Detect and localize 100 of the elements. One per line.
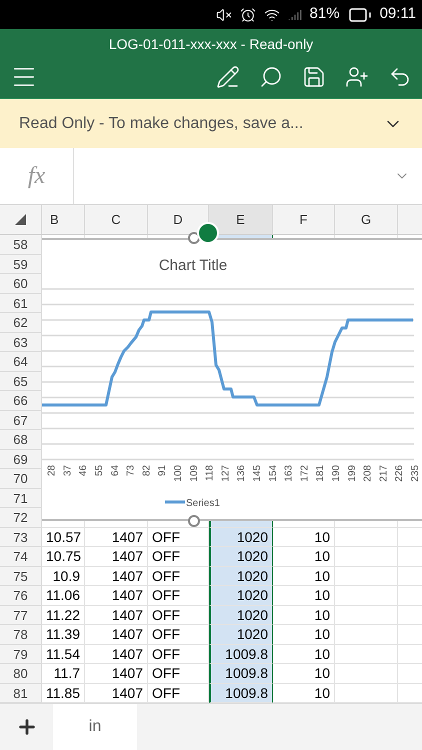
- row-number: 81: [0, 684, 42, 703]
- table-cell: 1407: [85, 586, 148, 606]
- axis-label: 181: [315, 465, 326, 482]
- table-cell: 1020: [209, 528, 273, 547]
- axis-label: 199: [346, 465, 358, 482]
- table-cell: 1407: [85, 625, 148, 644]
- sheet-tab[interactable]: in: [53, 704, 137, 750]
- table-cell: 10: [273, 606, 335, 625]
- axis-label: 235: [410, 465, 422, 482]
- table-cell: [335, 547, 398, 566]
- row-number: 78: [0, 625, 42, 644]
- axis-label: 37: [62, 465, 74, 476]
- row-number: 62: [0, 313, 42, 332]
- row-number: 60: [0, 274, 42, 294]
- row-number: 68: [0, 430, 42, 450]
- table-cell: OFF: [148, 566, 209, 586]
- table-cell: [335, 586, 398, 606]
- table-cell: 1407: [85, 566, 148, 586]
- read-only-banner[interactable]: Read Only - To make changes, save a...: [0, 98, 422, 148]
- search-icon[interactable]: [259, 64, 283, 88]
- axis-label: 73: [126, 465, 137, 476]
- table-cell: 10: [273, 644, 335, 664]
- table-cell: 10.57: [42, 528, 85, 547]
- row-number: 67: [0, 410, 42, 430]
- legend-label: Series1: [186, 498, 220, 509]
- mute-icon: [216, 6, 232, 22]
- alarm-icon: [240, 6, 256, 22]
- table-cell: 10.75: [42, 547, 85, 566]
- column-header[interactable]: C: [85, 205, 148, 234]
- axis-label: 109: [188, 465, 200, 482]
- table-cell: 1020: [209, 547, 273, 566]
- table-cell: 1407: [85, 547, 148, 566]
- row-number: 69: [0, 450, 42, 469]
- table-cell: 10: [273, 625, 335, 644]
- table-cell: 10: [273, 684, 335, 703]
- chart-area[interactable]: Chart Title 28 37 46 55 64 73 82 91 100 109 118 127 136 145 154 163 172 181 190 199 208 217 226 235 Series1: [42, 238, 422, 521]
- table-cell: 1407: [85, 684, 148, 703]
- row-number: 75: [0, 566, 42, 586]
- table-cell: 11.54: [42, 644, 85, 664]
- axis-label: 226: [394, 465, 406, 482]
- axis-label: 136: [236, 465, 248, 482]
- row-number: 64: [0, 352, 42, 372]
- select-all-icon[interactable]: [15, 214, 26, 225]
- axis-label: 172: [299, 465, 310, 482]
- axis-label: 28: [46, 465, 58, 476]
- axis-label: 100: [173, 465, 184, 482]
- axis-label: 55: [94, 465, 106, 476]
- row-number: 72: [0, 508, 42, 528]
- table-cell: 11.22: [42, 606, 85, 625]
- axis-label: 190: [331, 465, 342, 482]
- row-number: 73: [0, 528, 42, 547]
- table-cell: 10: [273, 528, 335, 547]
- axis-label: 208: [362, 465, 374, 482]
- table-cell: 11.39: [42, 625, 85, 644]
- table-cell: 1407: [85, 644, 148, 664]
- pencil-icon[interactable]: [216, 64, 240, 88]
- column-header[interactable]: B: [42, 205, 85, 234]
- axis-label: 163: [284, 465, 295, 482]
- table-cell: [335, 606, 398, 625]
- table-cell: [335, 625, 398, 644]
- table-cell: 1009.8: [209, 644, 273, 664]
- table-cell: OFF: [148, 547, 209, 566]
- column-header[interactable]: F: [273, 205, 335, 234]
- axis-label: 91: [157, 465, 168, 476]
- clock: 09:11: [380, 4, 416, 24]
- add-person-icon[interactable]: [345, 64, 369, 88]
- window-title: LOG-01-011-xxx-xxx - Read-only: [108, 35, 314, 54]
- row-number: 74: [0, 547, 42, 566]
- table-cell: 1020: [209, 625, 273, 644]
- table-cell: 11.85: [42, 684, 85, 703]
- axis-label: 64: [110, 465, 121, 476]
- table-cell: OFF: [148, 606, 209, 625]
- table-cell: 1020: [209, 606, 273, 625]
- row-number: 58: [0, 235, 42, 254]
- column-header[interactable]: E: [209, 205, 273, 234]
- table-cell: OFF: [148, 644, 209, 664]
- table-cell: [335, 644, 398, 664]
- row-number: 71: [0, 488, 42, 508]
- table-cell: 1009.8: [209, 664, 273, 684]
- row-number: 66: [0, 391, 42, 410]
- axis-label: 46: [78, 465, 90, 476]
- table-cell: OFF: [148, 664, 209, 684]
- axis-label: 145: [252, 465, 264, 482]
- table-cell: 11.7: [42, 664, 85, 684]
- row-number: 63: [0, 332, 42, 352]
- column-header[interactable]: G: [335, 205, 398, 234]
- axis-label: 118: [204, 465, 216, 481]
- table-cell: 1407: [85, 528, 148, 547]
- table-cell: OFF: [148, 625, 209, 644]
- row-number: 80: [0, 664, 42, 684]
- table-cell: 1020: [209, 566, 273, 586]
- table-cell: 1407: [85, 606, 148, 625]
- table-cell: 10: [273, 586, 335, 606]
- save-icon[interactable]: [302, 64, 326, 88]
- table-cell: [335, 566, 398, 586]
- banner-text: Read Only - To make changes, save a...: [19, 114, 304, 134]
- table-cell: OFF: [148, 684, 209, 703]
- row-number: 79: [0, 644, 42, 664]
- table-cell: [335, 664, 398, 684]
- table-cell: 1407: [85, 664, 148, 684]
